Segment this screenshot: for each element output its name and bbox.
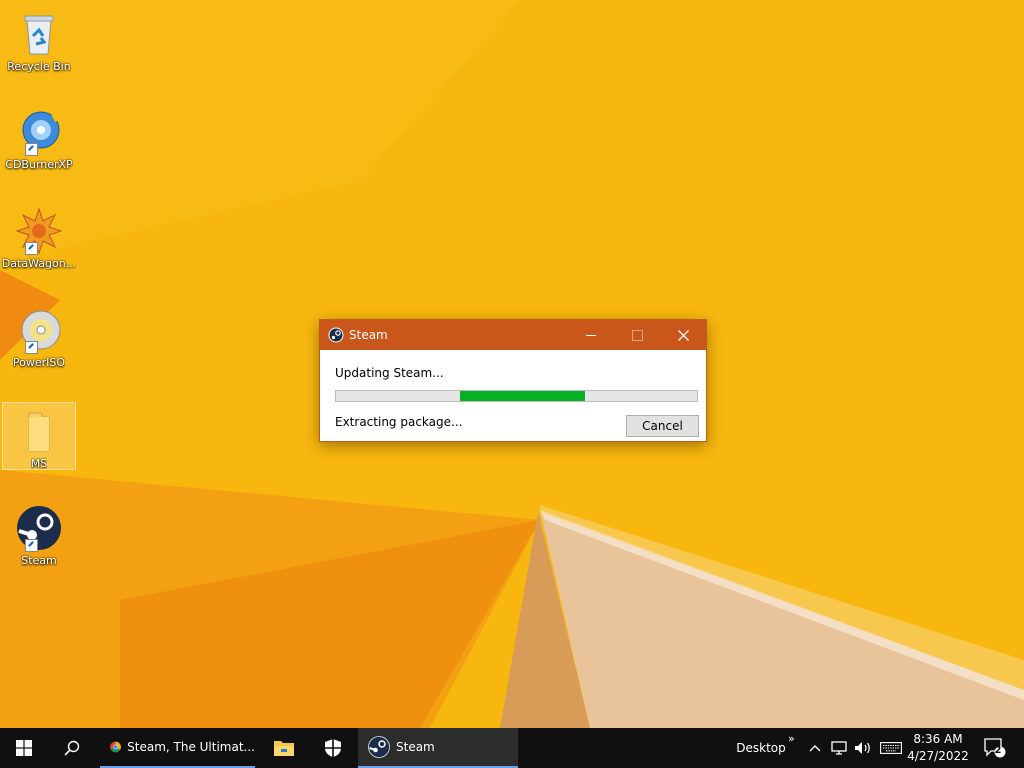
dialog-title: Steam (349, 328, 388, 342)
network-tray-button[interactable] (828, 728, 850, 768)
maximize-icon (631, 329, 643, 341)
taskbar: Steam, The Ultimat... Steam Desktop » 8:… (0, 728, 1024, 768)
desktop-icon-ms-folder[interactable]: MS (2, 402, 76, 470)
desktop-icon-poweriso[interactable]: PowerISO (2, 302, 76, 372)
speaker-icon (855, 742, 870, 754)
shortcut-arrow-icon (25, 341, 38, 354)
dialog-titlebar[interactable]: Steam (320, 320, 706, 350)
clock-time: 8:36 AM (913, 732, 963, 746)
minimize-icon (586, 334, 596, 336)
steam-update-dialog: Steam Updating Steam... Extracting packa… (319, 319, 707, 442)
search-icon (64, 740, 80, 756)
taskbar-app-defender[interactable] (309, 728, 357, 768)
clock-date: 4/27/2022 (907, 749, 969, 763)
cdburnerxp-icon (15, 108, 63, 156)
taskbar-app-file-explorer[interactable] (260, 728, 308, 768)
steam-icon (328, 327, 344, 343)
desktop-icon-recycle-bin[interactable]: Recycle Bin (2, 6, 76, 76)
chevron-up-icon (809, 745, 821, 752)
shortcut-arrow-icon (25, 539, 38, 552)
desktop-toolbar-label: Desktop (736, 741, 786, 755)
desktop-icon-label: Recycle Bin (7, 60, 71, 73)
file-explorer-icon (274, 741, 294, 756)
defender-shield-icon (325, 739, 341, 757)
close-icon (677, 329, 689, 341)
taskbar-app-label: Steam (396, 740, 435, 754)
action-center-button[interactable]: 2 (978, 728, 1012, 768)
show-hidden-icons-button[interactable] (806, 728, 824, 768)
desktop-toolbar[interactable]: Desktop (734, 728, 788, 768)
desktop-icon-steam[interactable]: Steam (2, 500, 76, 570)
progress-fill (460, 391, 586, 401)
update-status-text: Updating Steam... (335, 366, 444, 380)
taskbar-app-chrome[interactable]: Steam, The Ultimat... (100, 728, 255, 768)
desktop-icon-label: PowerISO (12, 356, 66, 369)
shortcut-arrow-icon (25, 242, 38, 255)
minimize-button[interactable] (568, 320, 614, 350)
chrome-icon (110, 741, 121, 753)
update-substatus-text: Extracting package... (335, 415, 463, 429)
taskbar-app-steam[interactable]: Steam (358, 728, 518, 768)
datawagon-icon (15, 207, 63, 255)
touch-keyboard-button[interactable] (877, 728, 905, 768)
desktop-icon-cdburnerxp[interactable]: CDBurnerXP (2, 104, 76, 174)
shortcut-arrow-icon (25, 143, 38, 156)
desktop-icon-label: MS (30, 457, 48, 469)
steam-icon (15, 504, 63, 552)
desktop-icon-label: DataWagon... (1, 257, 77, 270)
steam-icon (368, 736, 390, 758)
keyboard-icon (880, 742, 902, 754)
desktop-icon-datawagon[interactable]: DataWagon... (2, 203, 76, 273)
notification-count-badge: 2 (994, 745, 1002, 756)
system-clock[interactable]: 8:36 AM 4/27/2022 (905, 731, 971, 765)
network-icon (831, 741, 847, 755)
start-button[interactable] (0, 728, 48, 768)
cancel-button[interactable]: Cancel (626, 415, 699, 437)
taskbar-app-label: Steam, The Ultimat... (127, 740, 255, 754)
close-button[interactable] (660, 320, 706, 350)
folder-icon (15, 407, 63, 455)
desktop-icon-label: Steam (21, 554, 57, 567)
update-progress-bar (335, 390, 698, 402)
volume-tray-button[interactable] (851, 728, 875, 768)
recycle-bin-icon (15, 10, 63, 58)
search-button[interactable] (48, 728, 96, 768)
desktop-icon-label: CDBurnerXP (5, 158, 73, 171)
windows-start-icon (16, 740, 32, 756)
toolbar-expand-icon[interactable]: » (788, 728, 800, 748)
maximize-button (614, 320, 660, 350)
poweriso-icon (15, 306, 63, 354)
desktop[interactable]: Recycle Bin CDBurnerXP DataWagon... Powe… (0, 0, 1024, 728)
